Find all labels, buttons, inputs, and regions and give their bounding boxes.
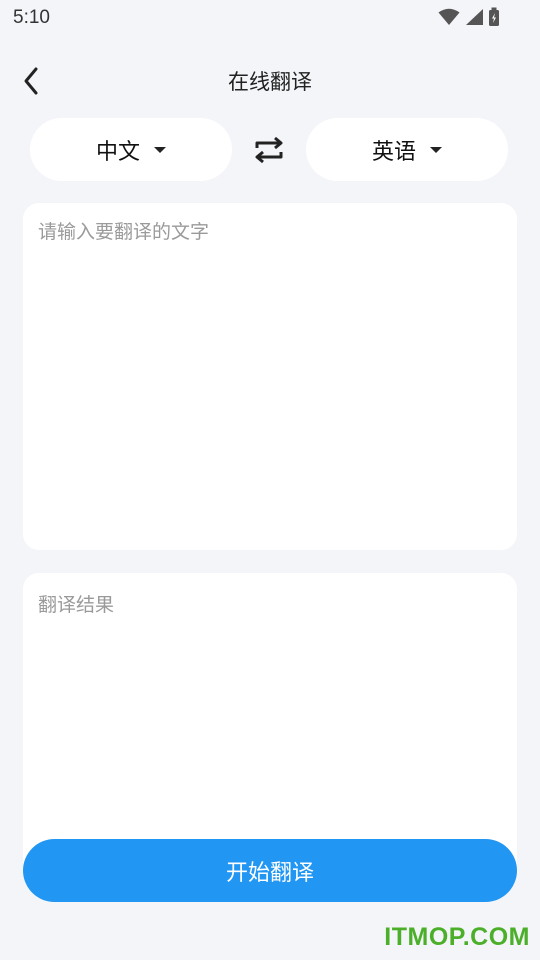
- result-card: 翻译结果: [23, 573, 517, 873]
- chevron-down-icon: [154, 146, 166, 153]
- source-text-input[interactable]: [38, 220, 502, 530]
- swap-languages-button[interactable]: [253, 135, 285, 165]
- target-language-dropdown[interactable]: 英语: [306, 118, 508, 181]
- status-icons: [438, 7, 500, 27]
- status-bar: 5:10: [0, 0, 540, 36]
- target-language-label: 英语: [371, 139, 416, 165]
- app-bar: 在线翻译: [0, 52, 540, 108]
- source-language-label: 中文: [95, 139, 140, 165]
- start-translate-button[interactable]: 开始翻译: [23, 839, 517, 902]
- watermark-logo: ITMOP.COM: [384, 923, 530, 951]
- status-time: 5:10: [13, 7, 50, 28]
- source-language-dropdown[interactable]: 中文: [30, 118, 232, 181]
- signal-icon: [464, 8, 484, 26]
- swap-icon: [253, 136, 285, 169]
- language-selector-row: 中文 英语: [0, 118, 540, 181]
- wifi-icon: [438, 8, 460, 26]
- battery-icon: [488, 7, 500, 27]
- input-card: [23, 203, 517, 550]
- page-title: 在线翻译: [228, 70, 312, 94]
- result-placeholder: 翻译结果: [38, 594, 115, 616]
- chevron-down-icon: [430, 146, 442, 153]
